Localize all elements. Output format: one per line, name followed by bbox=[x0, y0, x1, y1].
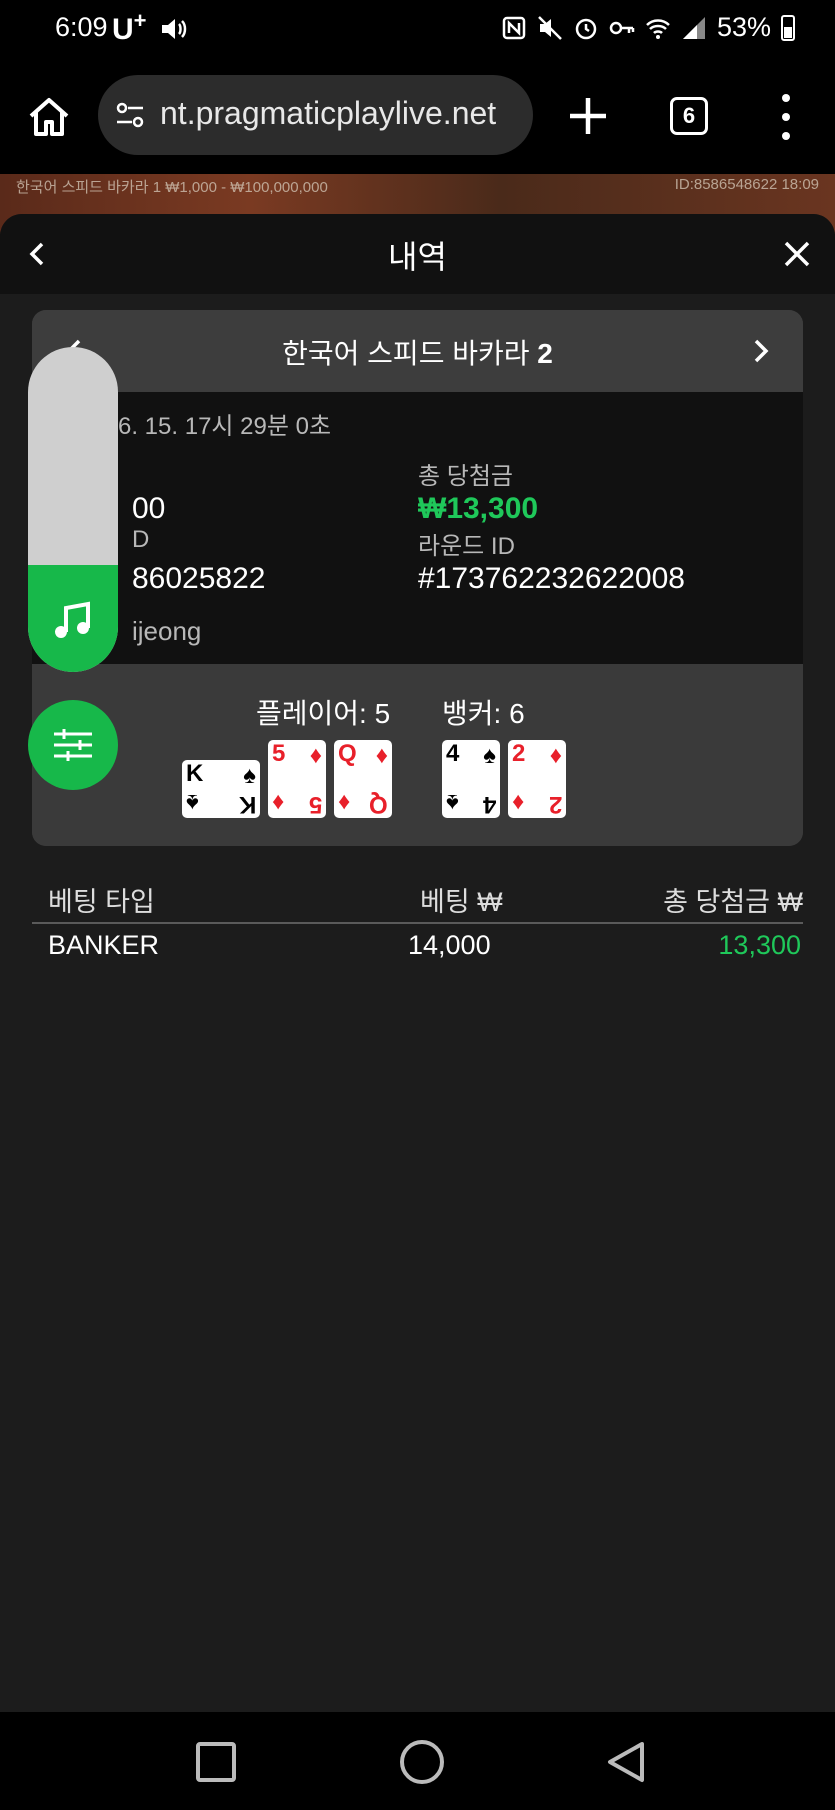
id-value: 86025822 bbox=[132, 562, 266, 595]
card-rank: K bbox=[186, 760, 204, 787]
card-suit: ♠ bbox=[446, 789, 459, 816]
round-card-header: 한국어 스피드 바카라 2 bbox=[32, 310, 803, 392]
card-suit: ♦ bbox=[338, 789, 351, 816]
cards-area: 플레이어: 5 뱅커: 6 K ♠ K ♠ 5 ♦ 5 ♦ Q ♦ Q ♦ 4 … bbox=[32, 664, 803, 846]
round-info: 6. 15. 17시 29분 0초 00 D 86025822 총 당첨금 ₩1… bbox=[32, 392, 803, 664]
card-rank: Q bbox=[338, 740, 357, 767]
card-rank: 5 bbox=[308, 791, 322, 818]
header-bet-type: 베팅 타입 bbox=[48, 887, 155, 917]
win-amount-cell: 13,300 bbox=[718, 930, 801, 960]
music-note-icon bbox=[55, 601, 90, 638]
round-id-value: #173762232622008 bbox=[418, 562, 685, 595]
game-number: 2 bbox=[537, 338, 553, 369]
header-total-win: 총 당첨금 ₩ bbox=[663, 887, 803, 917]
round-date: 6. 15. 17시 29분 0초 bbox=[118, 413, 332, 440]
card-suit: ♦ bbox=[309, 742, 322, 769]
header-bet-amount: 베팅 ₩ bbox=[420, 887, 503, 917]
browser-toolbar: nt.pragmaticplaylive.net 6 bbox=[0, 60, 835, 174]
bet-type-cell: BANKER bbox=[48, 930, 160, 960]
banker-card: 2 ♦ 2 ♦ bbox=[508, 740, 566, 818]
key-icon bbox=[609, 21, 635, 34]
system-nav-bar bbox=[0, 1712, 835, 1810]
wifi-icon bbox=[646, 18, 670, 39]
card-rank: 4 bbox=[446, 740, 460, 767]
id-label: D bbox=[132, 526, 150, 553]
card-rank: Q bbox=[369, 791, 388, 818]
card-rank: 2 bbox=[512, 740, 526, 767]
url-text[interactable]: nt.pragmaticplaylive.net bbox=[160, 95, 496, 132]
back-triangle-icon[interactable] bbox=[604, 1740, 648, 1784]
mute-icon bbox=[538, 15, 562, 40]
bet-amount-cell: 14,000 bbox=[408, 930, 491, 960]
card-rank: K bbox=[238, 791, 256, 818]
card-suit: ♠ bbox=[483, 742, 496, 769]
home-button[interactable] bbox=[400, 1740, 444, 1784]
card-suit: ♦ bbox=[375, 742, 388, 769]
history-panel: 내역 한국어 스피드 바카라 2 6. 15. 17시 29분 0초 00 D … bbox=[0, 214, 835, 1712]
round-id-label: 라운드 ID bbox=[418, 533, 515, 560]
music-volume-slider[interactable] bbox=[28, 347, 118, 672]
mixer-button[interactable] bbox=[28, 700, 118, 790]
banker-card: 4 ♠ 4 ♠ bbox=[442, 740, 500, 818]
total-win-value: ₩13,300 bbox=[418, 492, 539, 525]
player-card: K ♠ K ♠ bbox=[182, 760, 260, 818]
table-info: 한국어 스피드 바카라 1 ₩1,000 - ₩100,000,000 bbox=[16, 179, 328, 196]
round-card: 한국어 스피드 바카라 2 6. 15. 17시 29분 0초 00 D 860… bbox=[32, 310, 803, 846]
signal-icon bbox=[682, 16, 705, 39]
bets-table-header: 베팅 타입 베팅 ₩ 총 당첨금 ₩ bbox=[32, 880, 803, 924]
total-win-label: 총 당첨금 bbox=[418, 463, 513, 490]
card-suit: ♠ bbox=[186, 789, 199, 816]
card-rank: 2 bbox=[548, 791, 562, 818]
table-row: BANKER 14,000 13,300 bbox=[32, 928, 803, 972]
nfc-icon bbox=[502, 16, 526, 39]
carrier-plus: + bbox=[133, 8, 147, 33]
game-id-time: ID:8586548622 18:09 bbox=[674, 176, 819, 193]
banker-score: 뱅커: 6 bbox=[442, 698, 525, 729]
mixer-icon bbox=[54, 729, 92, 761]
game-title: 한국어 스피드 바카라 2 bbox=[32, 332, 803, 372]
card-suit: ♦ bbox=[549, 742, 562, 769]
card-rank: 5 bbox=[272, 740, 286, 767]
alarm-icon bbox=[575, 18, 597, 39]
player-card: Q ♦ Q ♦ bbox=[334, 740, 392, 818]
card-rank: 4 bbox=[482, 791, 496, 818]
card-suit: ♠ bbox=[243, 762, 256, 789]
site-settings-icon[interactable] bbox=[114, 99, 146, 131]
more-vert-icon[interactable] bbox=[776, 94, 796, 140]
tabs-button[interactable]: 6 bbox=[670, 97, 708, 135]
player-card: 5 ♦ 5 ♦ bbox=[268, 740, 326, 818]
carrier-name: U bbox=[112, 13, 134, 46]
status-time: 6:09 bbox=[55, 12, 108, 42]
card-suit: ♦ bbox=[272, 789, 285, 816]
username: ijeong bbox=[132, 616, 202, 646]
home-icon[interactable] bbox=[26, 94, 72, 140]
bet-value: 00 bbox=[132, 492, 166, 525]
battery-percent: 53% bbox=[716, 12, 771, 42]
battery-icon bbox=[781, 14, 795, 41]
card-suit: ♦ bbox=[512, 789, 525, 816]
player-score: 플레이어: 5 bbox=[256, 698, 391, 729]
panel-title: 내역 bbox=[388, 239, 447, 275]
panel-header: 내역 bbox=[0, 214, 835, 294]
game-title-text: 한국어 스피드 바카라 bbox=[282, 338, 530, 369]
status-icons: 53% bbox=[501, 12, 795, 43]
close-icon[interactable] bbox=[781, 238, 813, 270]
chevron-right-icon[interactable] bbox=[745, 336, 775, 366]
volume-icon bbox=[162, 19, 187, 39]
carrier-label: U+ bbox=[112, 8, 147, 47]
recent-apps-button[interactable] bbox=[196, 1742, 236, 1782]
address-bar[interactable]: nt.pragmaticplaylive.net bbox=[98, 75, 533, 155]
plus-icon[interactable] bbox=[566, 94, 610, 138]
status-bar: 6:09 U+ 53% bbox=[0, 0, 835, 60]
tab-count: 6 bbox=[682, 103, 696, 128]
